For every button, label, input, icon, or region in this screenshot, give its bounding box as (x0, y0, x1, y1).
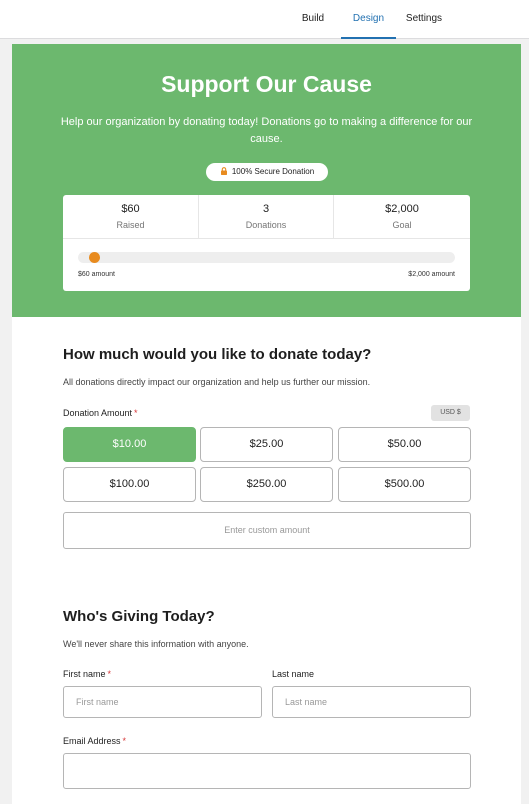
stat-value: 3 (262, 203, 270, 215)
currency-selector[interactable]: USD $ (431, 405, 470, 421)
amount-option-50[interactable]: $50.00 (338, 427, 471, 462)
progress-start-label: $60 amount (78, 271, 115, 278)
tab-build[interactable]: Build (293, 0, 333, 38)
progress-indicator (89, 252, 100, 263)
stat-value: $2,000 (385, 203, 419, 215)
last-name-input[interactable]: Last name (272, 686, 471, 718)
giver-description: We'll never share this information with … (63, 639, 249, 649)
last-name-label: Last name (272, 669, 315, 679)
secure-badge-label: 100% Secure Donation (231, 167, 315, 176)
stats-panel: $60 Raised 3 Donations $2,000 Goal $60 a… (63, 195, 470, 291)
first-name-label-text: First name (63, 669, 106, 679)
hero-title: Support Our Cause (161, 71, 372, 97)
amount-option-10[interactable]: $10.00 (63, 427, 196, 462)
stat-label: Raised (116, 220, 145, 230)
donate-heading: How much would you like to donate today? (63, 346, 372, 363)
tab-settings[interactable]: Settings (400, 0, 448, 38)
amount-option-250[interactable]: $250.00 (200, 467, 333, 502)
required-mark: * (134, 408, 138, 418)
giver-heading: Who's Giving Today? (63, 608, 215, 625)
stat-value: $60 (121, 203, 140, 215)
top-bar: Build Design Settings (0, 0, 529, 39)
email-label-text: Email Address (63, 736, 121, 746)
donate-description: All donations directly impact our organi… (63, 377, 371, 387)
stat-label: Goal (392, 220, 412, 230)
progress-end-label: $2,000 amount (408, 271, 455, 278)
hero-banner: Support Our Cause Help our organization … (12, 44, 521, 317)
progress-track (78, 252, 455, 263)
stat-goal: $2,000 Goal (334, 195, 470, 239)
custom-amount-input[interactable]: Enter custom amount (63, 512, 471, 549)
donation-amount-label: Donation Amount * (63, 408, 138, 418)
donation-form-preview: Support Our Cause Help our organization … (12, 44, 521, 804)
amount-option-25[interactable]: $25.00 (200, 427, 333, 462)
email-input[interactable] (63, 753, 471, 789)
required-mark: * (122, 736, 127, 746)
secure-donation-badge: 100% Secure Donation (206, 163, 328, 181)
first-name-input[interactable]: First name (63, 686, 262, 718)
email-label: Email Address * (63, 736, 126, 746)
tab-design[interactable]: Design (341, 0, 396, 39)
amount-option-500[interactable]: $500.00 (338, 467, 471, 502)
hero-subtitle: Help our organization by donating today!… (60, 116, 473, 145)
stat-donations: 3 Donations (199, 195, 334, 239)
stat-label: Donations (245, 220, 287, 230)
first-name-label: First name * (63, 669, 111, 679)
required-mark: * (107, 669, 112, 679)
stat-raised: $60 Raised (63, 195, 199, 239)
amount-option-100[interactable]: $100.00 (63, 467, 196, 502)
donation-amount-label-text: Donation Amount (63, 408, 133, 418)
lock-icon (220, 167, 227, 175)
